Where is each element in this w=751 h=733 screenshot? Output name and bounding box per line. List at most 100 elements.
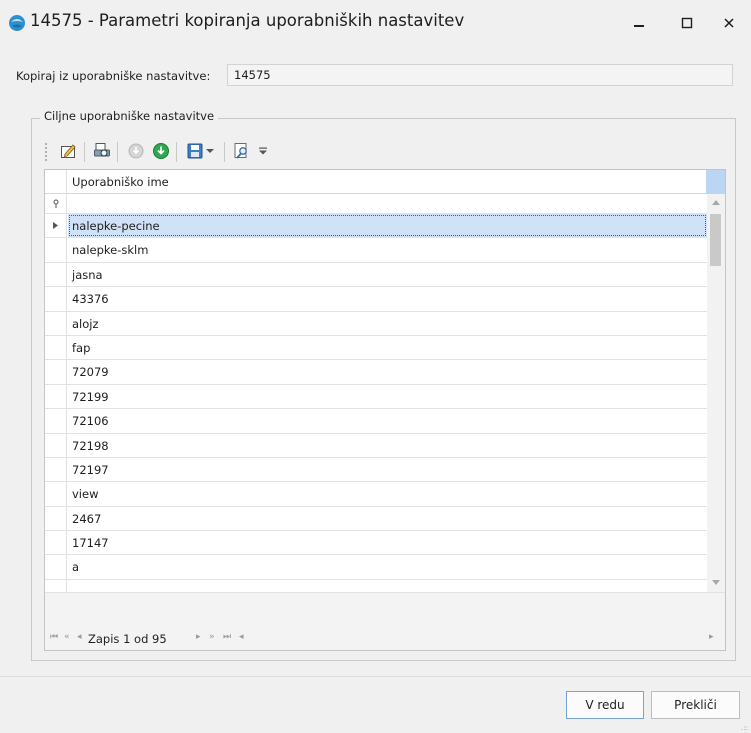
nav-prev-icon[interactable]: ◂ <box>77 632 81 642</box>
table-row[interactable]: fap <box>45 335 707 361</box>
row-indicator[interactable] <box>45 335 67 360</box>
row-indicator[interactable] <box>45 214 67 238</box>
close-button[interactable] <box>718 12 740 34</box>
username-text: 72198 <box>72 438 109 453</box>
row-indicator[interactable] <box>45 433 67 457</box>
row-indicator[interactable] <box>45 506 67 531</box>
username-cell[interactable]: jasna <box>68 263 707 286</box>
column-chooser[interactable] <box>706 170 725 194</box>
disabled-circle-icon <box>128 143 144 159</box>
minimize-button[interactable] <box>628 12 650 34</box>
username-cell[interactable]: 72079 <box>68 360 707 383</box>
username-text: jasna <box>72 267 103 282</box>
username-text: fap <box>72 340 91 355</box>
row-indicator[interactable] <box>45 555 67 579</box>
username-text: 2467 <box>72 511 102 526</box>
table-row[interactable]: 72199 <box>45 384 707 410</box>
table-row[interactable]: 72197 <box>45 457 707 483</box>
username-text: nalepke-pecine <box>72 219 160 233</box>
username-text: a <box>72 560 80 575</box>
save-dropdown-button[interactable] <box>204 140 216 162</box>
maximize-button[interactable] <box>676 12 698 34</box>
scroll-down-icon[interactable] <box>712 580 720 585</box>
grid-footer-area <box>45 592 725 628</box>
row-indicator[interactable] <box>45 384 67 409</box>
save-icon <box>187 143 203 159</box>
footer-divider <box>0 676 751 677</box>
cancel-button[interactable]: Prekliči <box>651 691 740 719</box>
table-row[interactable]: a <box>45 555 707 580</box>
table-row[interactable]: 2467 <box>45 506 707 532</box>
nav-first-icon[interactable]: ⏮ <box>50 632 58 642</box>
grid-toolbar <box>44 138 344 166</box>
username-cell[interactable]: nalepke-sklm <box>68 238 707 261</box>
row-indicator[interactable] <box>45 238 67 262</box>
table-row[interactable]: nalepke-sklm <box>45 238 707 263</box>
row-indicator[interactable] <box>45 262 67 287</box>
save-button[interactable] <box>184 140 206 162</box>
nav-next-page-icon[interactable]: » <box>209 632 214 642</box>
nav-last-icon[interactable]: ⏭ <box>223 632 231 642</box>
username-cell[interactable]: 17147 <box>68 531 707 554</box>
username-text: nalepke-sklm <box>72 243 149 258</box>
edit-button[interactable] <box>58 140 80 162</box>
column-header-username[interactable]: Uporabniško ime <box>72 175 169 189</box>
users-grid: Uporabniško ime nalepke-pecine nalepke-sk… <box>44 169 726 651</box>
username-cell[interactable]: 72106 <box>68 409 707 432</box>
ok-button[interactable]: V redu <box>566 691 644 719</box>
hscroll-right-icon[interactable]: ▸ <box>709 632 714 642</box>
row-indicator[interactable] <box>45 457 67 482</box>
maximize-icon <box>681 17 693 29</box>
title-bar: 14575 - Parametri kopiranja uporabniških… <box>0 0 751 46</box>
download-button[interactable] <box>150 140 172 162</box>
row-indicator[interactable] <box>45 311 67 335</box>
table-row[interactable]: 17147 <box>45 531 707 556</box>
table-row[interactable] <box>45 579 707 592</box>
row-indicator[interactable] <box>45 531 67 555</box>
row-indicator[interactable] <box>45 360 67 384</box>
table-row[interactable]: jasna <box>45 262 707 288</box>
username-cell[interactable]: view <box>68 482 707 505</box>
table-row[interactable]: 43376 <box>45 287 707 312</box>
scroll-thumb[interactable] <box>710 214 721 266</box>
minimize-icon <box>634 25 644 27</box>
disabled-action-button[interactable] <box>125 140 147 162</box>
auto-filter-row[interactable] <box>45 194 707 214</box>
username-text: 17147 <box>72 536 109 551</box>
table-row[interactable]: alojz <box>45 311 707 336</box>
table-row[interactable]: nalepke-pecine <box>45 214 707 239</box>
vertical-scrollbar[interactable] <box>707 194 725 592</box>
username-cell[interactable]: 72199 <box>68 385 707 408</box>
table-row[interactable]: 72106 <box>45 409 707 434</box>
toolbar-overflow-button[interactable] <box>256 140 270 162</box>
username-cell[interactable]: 2467 <box>68 507 707 530</box>
print-preview-button[interactable] <box>91 140 113 162</box>
nav-next-icon[interactable]: ▸ <box>196 632 200 642</box>
username-cell[interactable]: 72198 <box>68 434 707 457</box>
row-indicator[interactable] <box>45 482 67 506</box>
username-cell[interactable]: 72197 <box>68 458 707 481</box>
username-cell[interactable]: a <box>68 555 707 578</box>
find-button[interactable] <box>231 140 253 162</box>
username-cell[interactable] <box>68 580 707 592</box>
grid-rows: nalepke-pecine nalepke-sklm jasna 43376 aloj… <box>45 214 707 592</box>
username-cell[interactable]: nalepke-pecine <box>68 214 707 238</box>
nav-prev-page-icon[interactable]: « <box>64 632 69 642</box>
resize-grip-icon[interactable]: .:: <box>741 724 748 732</box>
table-row[interactable]: 72198 <box>45 433 707 458</box>
scroll-up-icon[interactable] <box>712 200 720 205</box>
row-indicator[interactable] <box>45 287 67 311</box>
toolbar-overflow-icon <box>259 147 267 155</box>
table-row[interactable]: 72079 <box>45 360 707 385</box>
table-row[interactable]: view <box>45 482 707 507</box>
data-navigator: ⏮ « ◂ Zapis 1 od 95 ▸ » ⏭ ◂ ▸ <box>45 628 725 650</box>
username-cell[interactable]: 43376 <box>68 287 707 310</box>
row-indicator[interactable] <box>45 409 67 433</box>
copy-from-field[interactable]: 14575 <box>227 64 733 86</box>
row-indicator[interactable] <box>45 579 67 592</box>
username-cell[interactable]: fap <box>68 336 707 359</box>
username-cell[interactable]: alojz <box>68 312 707 335</box>
hscroll-left-icon[interactable]: ◂ <box>239 632 243 642</box>
close-icon <box>724 18 734 28</box>
username-text: 72199 <box>72 389 109 404</box>
